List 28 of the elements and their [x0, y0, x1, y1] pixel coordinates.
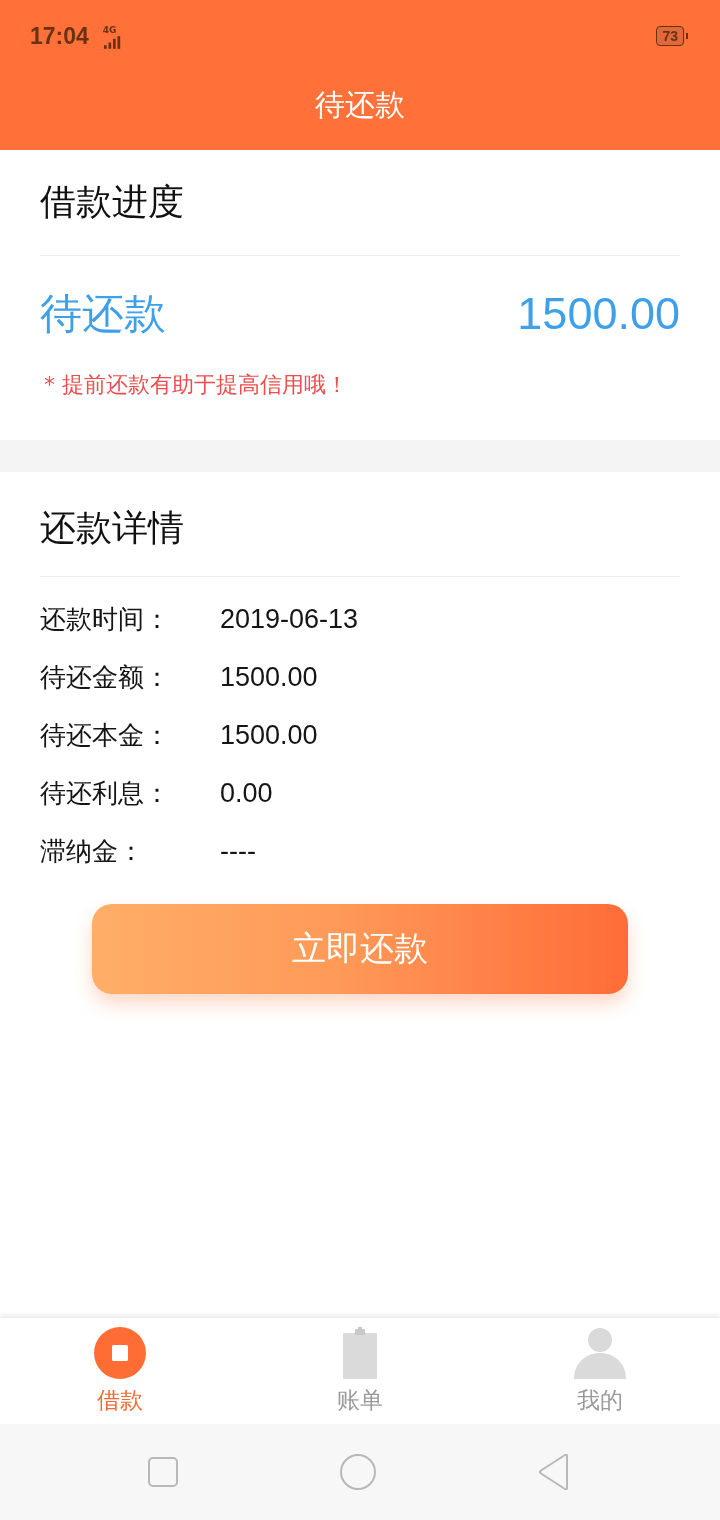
clipboard-icon [343, 1327, 377, 1379]
signal-icon [104, 35, 123, 49]
due-amount: 1500.00 [517, 288, 680, 340]
detail-value: 1500.00 [220, 719, 318, 751]
detail-label: 待还本金： [40, 718, 171, 752]
status-time: 17:04 [30, 22, 89, 50]
back-icon[interactable] [538, 1454, 570, 1490]
detail-label: 还款时间： [40, 602, 171, 636]
page-title: 待还款 [314, 85, 406, 124]
section-heading: 借款进度 [40, 150, 680, 256]
detail-value: 0.00 [220, 777, 273, 809]
detail-value: 2019-06-13 [220, 603, 359, 635]
tab[interactable]: 借款 [0, 1318, 240, 1424]
person-icon [574, 1327, 626, 1379]
detail-label: 待还利息： [40, 776, 171, 810]
detail-value: ---- [220, 835, 256, 867]
tab[interactable]: 账单 [240, 1318, 480, 1424]
detail-value: 1500.00 [220, 661, 318, 693]
network-type: 4G [102, 25, 117, 35]
repay-button[interactable]: 立即还款 [92, 904, 628, 994]
home-icon[interactable] [340, 1454, 376, 1490]
credit-note: * 提前还款有助于提高信用哦！ [43, 372, 349, 398]
tab[interactable]: 我的 [480, 1318, 720, 1424]
recent-apps-icon[interactable] [148, 1457, 178, 1487]
loan-status: 待还款 [40, 288, 166, 340]
section-heading: 还款详情 [40, 472, 680, 577]
detail-label: 滞纳金： [40, 834, 145, 868]
detail-label: 待还金额： [40, 660, 171, 694]
